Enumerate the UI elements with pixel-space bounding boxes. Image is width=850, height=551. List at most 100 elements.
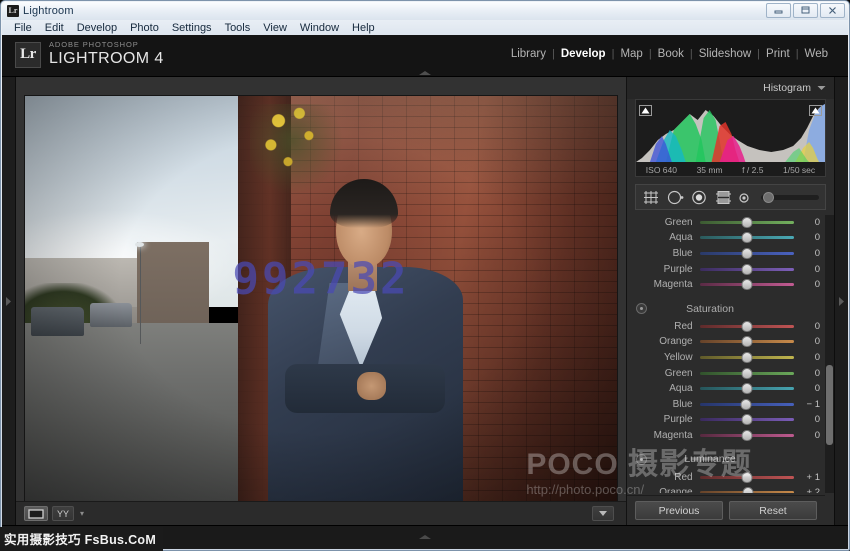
slider-track[interactable] [700,283,794,286]
slider-value[interactable]: 0 [796,336,825,347]
slider-track[interactable] [700,387,794,390]
maximize-button[interactable] [793,3,818,18]
slider-value[interactable]: 0 [796,321,825,332]
slider-track[interactable] [700,340,794,343]
slider-knob[interactable] [741,414,752,425]
slider-track[interactable] [700,236,794,239]
previous-button[interactable]: Previous [635,501,723,520]
panel-switch-icon[interactable] [636,454,647,465]
reset-button[interactable]: Reset [729,501,817,520]
view-mode-chevron-down-icon[interactable]: ▾ [80,509,84,518]
menu-tools[interactable]: Tools [219,21,257,36]
panel-switch-icon[interactable] [636,303,647,314]
slider-value[interactable]: 0 [796,414,825,425]
left-panel-toggle[interactable] [2,77,16,525]
slider-knob[interactable] [741,336,752,347]
loupe-view-button[interactable] [24,506,48,521]
slider-label: Aqua [627,232,700,243]
histogram-panel[interactable]: ISO 640 35 mm f / 2.5 1/50 sec [635,99,826,177]
menu-file[interactable]: File [8,21,38,36]
crop-grid-icon[interactable] [642,190,660,205]
red-eye-icon[interactable] [691,190,708,205]
slider-track[interactable] [700,491,794,493]
spot-removal-icon[interactable] [667,190,684,205]
identity-plate[interactable]: Lr ADOBE PHOTOSHOP LIGHTROOM 4 [15,41,164,68]
slider-track[interactable] [700,434,794,437]
slider-value[interactable]: + 2 [796,487,825,493]
slider-knob[interactable] [741,383,752,394]
menu-develop[interactable]: Develop [71,21,123,36]
close-button[interactable] [820,3,845,18]
brush-size-knob[interactable] [763,192,774,203]
highlight-clipping-indicator[interactable] [809,103,822,114]
window-titlebar[interactable]: Lr Lightroom [2,2,848,20]
slider-knob[interactable] [741,279,752,290]
slider-knob[interactable] [743,487,754,493]
slider-track[interactable] [700,403,794,406]
slider-knob[interactable] [741,430,752,441]
slider-knob[interactable] [741,248,752,259]
toolbar-chevron-down-icon[interactable] [592,506,614,521]
slider-knob[interactable] [741,217,752,228]
slider-value[interactable]: 0 [796,368,825,379]
menu-edit[interactable]: Edit [39,21,70,36]
image-canvas[interactable]: 992732 YY ▾ [16,77,626,525]
compare-view-button[interactable]: YY [52,506,74,521]
module-book[interactable]: Book [652,48,690,60]
slider-knob[interactable] [741,321,752,332]
slider-track[interactable] [700,356,794,359]
histogram-header[interactable]: Histogram [627,77,834,99]
slider-value[interactable]: + 1 [796,472,825,483]
slider-knob[interactable] [741,232,752,243]
right-panel-toggle[interactable] [834,77,848,525]
module-map[interactable]: Map [614,48,648,60]
collapse-filmstrip-chevron-up-icon [417,534,433,540]
slider-row: Purple0 [627,412,825,428]
slider-value[interactable]: 0 [796,430,825,441]
module-slideshow[interactable]: Slideshow [693,48,757,60]
module-web[interactable]: Web [799,48,834,60]
module-develop[interactable]: Develop [555,48,612,60]
slider-knob[interactable] [742,472,753,483]
slider-track[interactable] [700,268,794,271]
slider-value[interactable]: 0 [796,248,825,259]
menu-window[interactable]: Window [294,21,345,36]
collapse-top-panel-button[interactable] [399,69,451,77]
menu-photo[interactable]: Photo [124,21,165,36]
slider-value[interactable]: 0 [796,279,825,290]
lr-logo-icon: Lr [15,42,41,68]
slider-knob[interactable] [741,352,752,363]
slider-track[interactable] [700,252,794,255]
slider-value[interactable]: 0 [796,352,825,363]
slider-track[interactable] [700,418,794,421]
slider-knob[interactable] [740,399,751,410]
right-panel-scroll-thumb[interactable] [826,365,833,445]
right-panel-scrollbar[interactable] [825,215,834,493]
photo-frame[interactable]: 992732 [24,95,618,503]
slider-track[interactable] [700,476,794,479]
brush-size-slider[interactable] [761,195,819,200]
module-library[interactable]: Library [505,48,552,60]
slider-value[interactable]: 0 [796,383,825,394]
minimize-button[interactable] [766,3,791,18]
slider-knob[interactable] [741,264,752,275]
slider-value[interactable]: 0 [796,232,825,243]
slider-track[interactable] [700,221,794,224]
slider-knob[interactable] [741,368,752,379]
slider-value[interactable]: 0 [796,217,825,228]
brush-icon[interactable] [739,191,752,204]
screenshot-root: Lr Lightroom File Edit Develop Photo Set… [0,0,850,551]
slider-value[interactable]: 0 [796,264,825,275]
menu-help[interactable]: Help [346,21,381,36]
main-area: 992732 YY ▾ [2,77,848,525]
graduated-filter-icon[interactable] [715,190,732,205]
slider-label: Magenta [627,279,700,290]
shadow-clipping-indicator[interactable] [639,103,652,114]
slider-value[interactable]: − 1 [796,399,825,410]
develop-tool-strip [635,184,826,210]
menu-view[interactable]: View [257,21,293,36]
menu-settings[interactable]: Settings [166,21,218,36]
module-print[interactable]: Print [760,48,796,60]
slider-track[interactable] [700,325,794,328]
slider-track[interactable] [700,372,794,375]
